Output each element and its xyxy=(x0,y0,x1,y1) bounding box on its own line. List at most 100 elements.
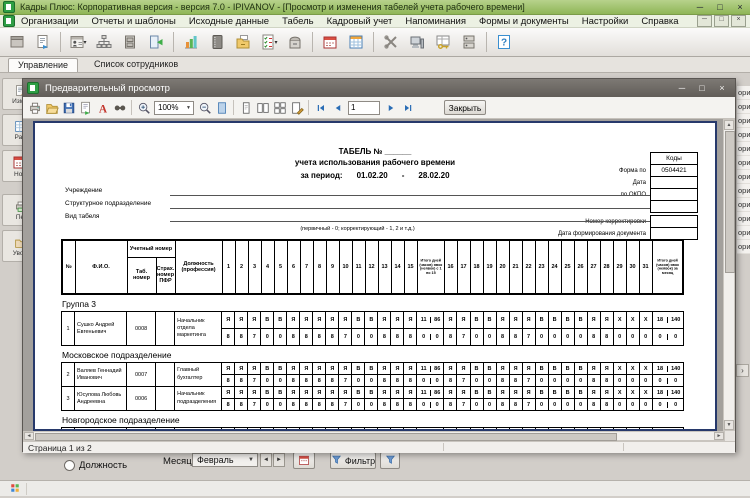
tasks-checklist-button[interactable]: ▾ xyxy=(256,30,282,54)
page-setup-button[interactable] xyxy=(288,99,305,116)
menu-item-7[interactable]: Настройки xyxy=(582,16,629,27)
month-next-button[interactable]: ► xyxy=(273,453,285,467)
right-list-item[interactable]: ори xyxy=(737,114,750,128)
radio-circle-icon[interactable] xyxy=(64,460,75,471)
single-page-view-button[interactable] xyxy=(237,99,254,116)
scroll-down-icon[interactable]: ▼ xyxy=(724,420,734,430)
save-button[interactable] xyxy=(60,99,77,116)
statistics-chart-button[interactable] xyxy=(178,30,204,54)
right-list-item[interactable]: ори xyxy=(737,198,750,212)
table-key-button[interactable] xyxy=(430,30,456,54)
day-cell: В0 xyxy=(547,386,562,411)
right-list-item[interactable]: ори xyxy=(737,184,750,198)
first-page-button[interactable] xyxy=(312,99,329,116)
tools-button[interactable] xyxy=(378,30,404,54)
right-list-item[interactable]: ори xyxy=(737,240,750,254)
vscroll-thumb[interactable] xyxy=(725,131,735,273)
horizontal-scrollbar[interactable]: ◄ ► xyxy=(23,431,725,441)
card-index-button[interactable] xyxy=(282,30,308,54)
find-button[interactable] xyxy=(111,99,128,116)
fit-page-button[interactable] xyxy=(213,99,230,116)
mdi-restore-button[interactable]: □ xyxy=(714,15,729,27)
employee-card-button[interactable]: ▾ xyxy=(65,30,91,54)
menu-item-8[interactable]: Справка xyxy=(641,16,678,27)
day-cell: Я8 xyxy=(377,311,392,346)
filter-button[interactable]: Фильтр xyxy=(330,452,376,469)
sidebar-button-0[interactable]: Изме xyxy=(2,78,22,110)
org-structure-button[interactable] xyxy=(91,30,117,54)
right-list-item[interactable]: ори xyxy=(737,128,750,142)
right-list-item[interactable]: ори xyxy=(737,100,750,114)
menu-item-2[interactable]: Исходные данные xyxy=(189,16,269,27)
last-page-button[interactable] xyxy=(399,99,416,116)
tab-upravlenie[interactable]: Управление xyxy=(8,58,79,72)
row-num: 3 xyxy=(60,386,76,411)
calendar-button[interactable] xyxy=(293,452,315,469)
zoom-in-button[interactable] xyxy=(135,99,152,116)
multi-page-view-button[interactable] xyxy=(271,99,288,116)
help-button[interactable]: ? xyxy=(491,30,517,54)
expand-panel-button[interactable]: › xyxy=(736,364,749,377)
timesheet-table-button[interactable] xyxy=(343,30,369,54)
workstation-button[interactable] xyxy=(404,30,430,54)
scroll-right-icon[interactable]: ► xyxy=(714,432,724,440)
two-page-view-button[interactable] xyxy=(254,99,271,116)
preview-close-button[interactable]: × xyxy=(712,82,732,95)
next-page-button[interactable] xyxy=(382,99,399,116)
preview-minimize-button[interactable]: ─ xyxy=(672,82,692,95)
sidebar-button-3[interactable]: Пе xyxy=(2,194,22,226)
archive-cabinet-button[interactable] xyxy=(117,30,143,54)
mdi-close-button[interactable]: × xyxy=(731,15,746,27)
zoom-select[interactable]: 100% ▼ xyxy=(154,100,194,115)
right-list-item[interactable]: ори xyxy=(737,142,750,156)
clear-filter-button[interactable] xyxy=(380,452,400,469)
documents-folder-button[interactable] xyxy=(230,30,256,54)
maximize-button[interactable]: □ xyxy=(710,2,730,13)
right-list-item[interactable]: ори xyxy=(737,86,750,100)
radio-dolzhnost[interactable]: Должность xyxy=(64,460,127,471)
month-prev-button[interactable]: ◄ xyxy=(260,453,272,467)
col-day: 4 xyxy=(260,239,275,295)
menu-item-3[interactable]: Табель xyxy=(282,16,313,27)
menu-item-1[interactable]: Отчеты и шаблоны xyxy=(91,16,175,27)
menu-item-0[interactable]: Организации xyxy=(21,16,78,27)
organizations-button[interactable] xyxy=(4,30,30,54)
previous-page-button[interactable] xyxy=(329,99,346,116)
scroll-left-icon[interactable]: ◄ xyxy=(24,432,34,440)
right-list-item[interactable]: ори xyxy=(737,156,750,170)
sidebar-button-2[interactable]: Нор xyxy=(2,150,22,182)
month-label: Месяц xyxy=(163,456,192,467)
preview-titlebar[interactable]: Предварительный просмотр ─ □ × xyxy=(23,79,735,97)
open-button[interactable] xyxy=(43,99,60,116)
month-select[interactable]: Февраль ▼ xyxy=(192,453,258,467)
right-list-item[interactable]: ори xyxy=(737,170,750,184)
close-button[interactable]: × xyxy=(730,2,750,13)
close-preview-button[interactable]: Закрыть xyxy=(444,100,486,115)
export-button[interactable] xyxy=(77,99,94,116)
minimize-button[interactable]: ─ xyxy=(690,2,710,13)
server-list-button[interactable] xyxy=(456,30,482,54)
field-label: Структурное подразделение xyxy=(65,200,152,207)
scroll-up-icon[interactable]: ▲ xyxy=(724,120,734,130)
right-list-item[interactable]: ори xyxy=(737,226,750,240)
sidebar-button-4[interactable]: Увол xyxy=(2,230,22,262)
tab-spisok-sotrudnikov[interactable]: Список сотрудников xyxy=(90,58,182,72)
menu-item-6[interactable]: Формы и документы xyxy=(479,16,569,27)
right-list-item[interactable]: ори xyxy=(737,212,750,226)
page-number-input[interactable] xyxy=(348,100,380,115)
print-button[interactable] xyxy=(26,99,43,116)
menu-item-4[interactable]: Кадровый учет xyxy=(327,16,393,27)
reports-button[interactable] xyxy=(30,30,56,54)
hscroll-thumb[interactable] xyxy=(35,433,617,441)
mdi-minimize-button[interactable]: ─ xyxy=(697,15,712,27)
calendar-red-button[interactable] xyxy=(317,30,343,54)
col-day: 15 xyxy=(403,239,418,295)
preview-maximize-button[interactable]: □ xyxy=(692,82,712,95)
menu-item-5[interactable]: Напоминания xyxy=(405,16,466,27)
pdf-export-button[interactable]: A xyxy=(94,99,111,116)
sidebar-button-1[interactable]: Рас xyxy=(2,114,22,146)
exit-door-button[interactable] xyxy=(143,30,169,54)
vertical-scrollbar[interactable]: ▲ ▼ xyxy=(723,119,735,431)
journal-button[interactable] xyxy=(204,30,230,54)
zoom-out-button[interactable] xyxy=(196,99,213,116)
